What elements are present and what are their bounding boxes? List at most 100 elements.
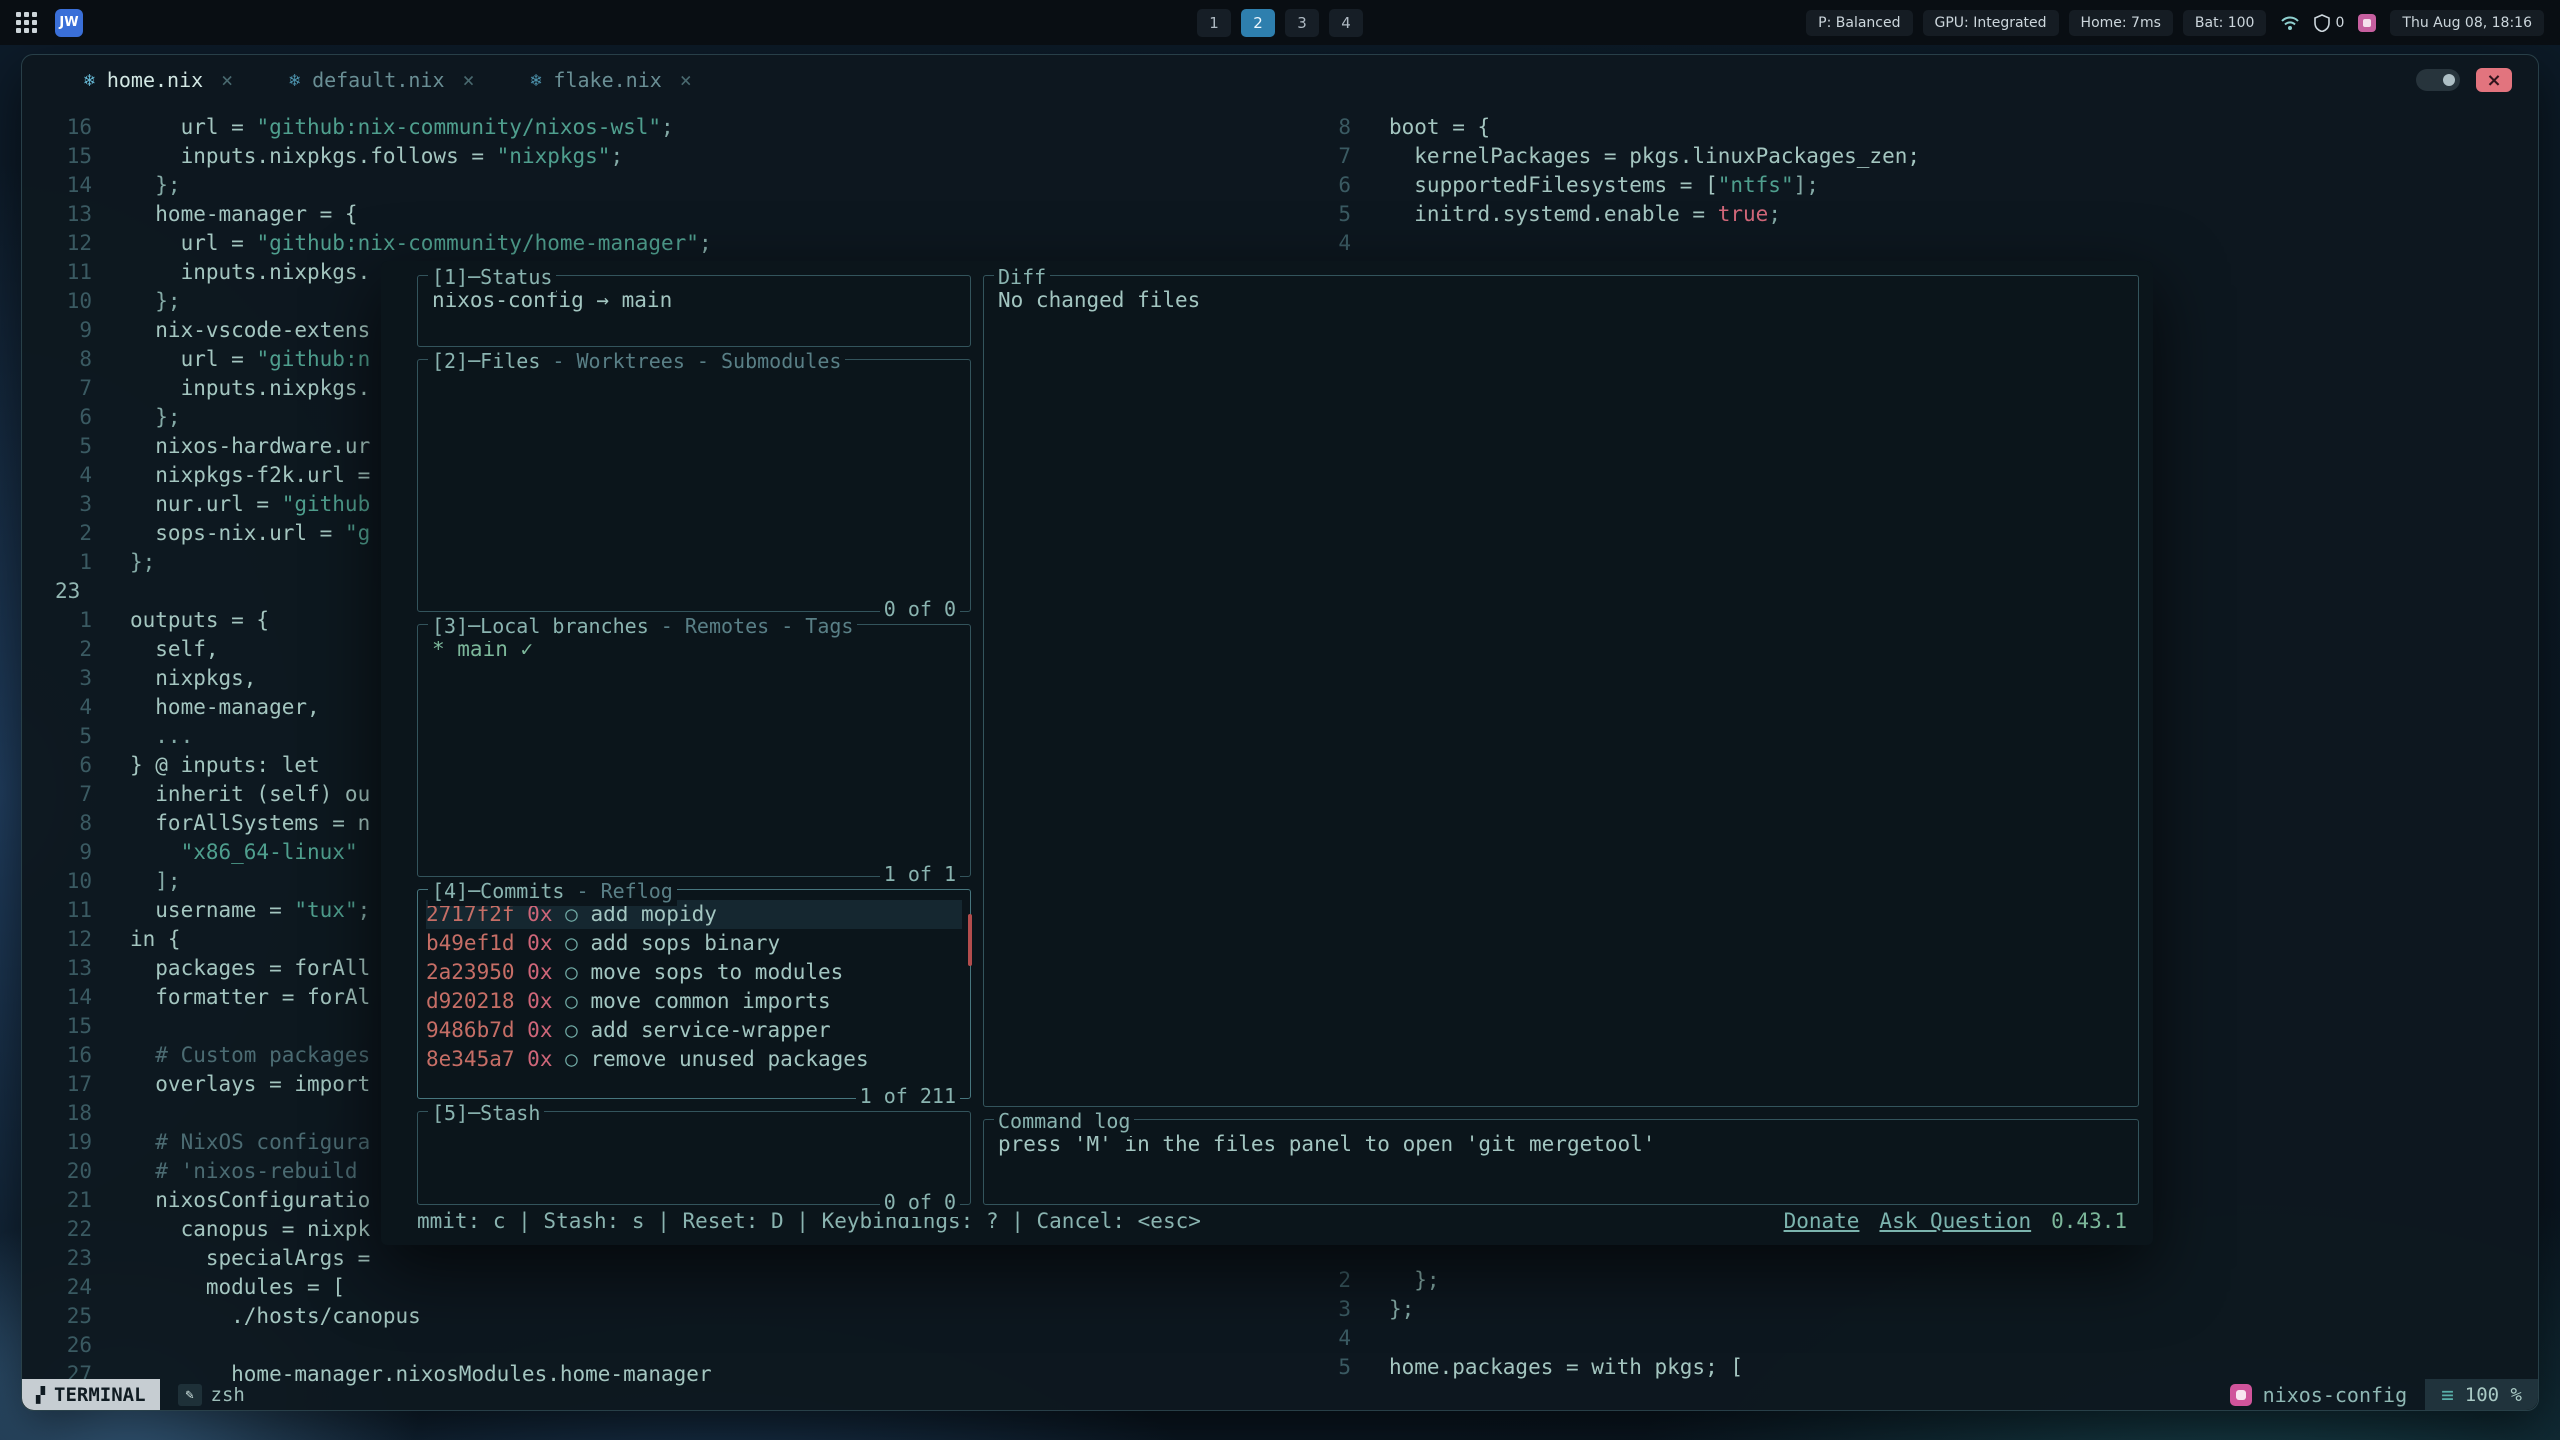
workspace-button-3[interactable]: 3 [1285, 9, 1319, 37]
status-segment-2[interactable]: Home: 7ms [2069, 10, 2173, 36]
branches-title-main: [3]─Local branches [432, 614, 649, 638]
commit-row[interactable]: d920218 0x ○ move common imports [426, 987, 962, 1016]
code-text: ./hosts/canopus [92, 1302, 421, 1331]
editor-pane-right[interactable]: 8boot = {7 kernelPackages = pkgs.linuxPa… [1281, 105, 2538, 258]
nix-snowflake-icon: ❄ [84, 70, 95, 91]
stash-count: 0 of 0 [880, 1188, 960, 1217]
code-text: overlays = import [92, 1070, 370, 1099]
commit-row[interactable]: 8e345a7 0x ○ remove unused packages [426, 1045, 962, 1074]
code-text: }; [92, 287, 181, 316]
code-text: inputs.nixpkgs. [92, 258, 370, 287]
mode-indicator: ▞ TERMINAL [22, 1379, 160, 1410]
code-text: in { [92, 925, 181, 954]
code-text: nixosConfiguratio [92, 1186, 370, 1215]
line-number: 2 [22, 519, 92, 548]
line-number: 24 [22, 1273, 92, 1302]
status-segment-0[interactable]: P: Balanced [1806, 10, 1912, 36]
editor-pane-right-bottom[interactable]: 2 };3};45home.packages = with pkgs; [ [1281, 1266, 2538, 1382]
lazygit-links: Donate Ask Question 0.43.1 [1784, 1207, 2127, 1236]
window-toggle[interactable] [2416, 69, 2460, 91]
line-number: 9 [22, 316, 92, 345]
line-number: 19 [22, 1128, 92, 1157]
apps-grid-icon[interactable] [16, 12, 37, 33]
code-line: 4 [1281, 229, 2538, 258]
commit-list: 2717f2f 0x ○ add mopidyb49ef1d 0x ○ add … [418, 890, 970, 1084]
code-text [92, 577, 130, 606]
branches-title-extra: - Remotes - Tags [649, 614, 854, 638]
code-text: forAllSystems = n [92, 809, 370, 838]
line-number: 6 [1281, 171, 1351, 200]
code-text: ... [92, 722, 193, 751]
ask-question-link[interactable]: Ask Question [1879, 1207, 2031, 1236]
code-line: 23 specialArgs = [22, 1244, 1281, 1273]
code-text [92, 1099, 130, 1128]
mode-icon: ▞ [36, 1386, 45, 1404]
code-text: nixpkgs-f2k.url = [92, 461, 370, 490]
commit-hash: 8e345a7 [426, 1047, 515, 1071]
line-number: 4 [22, 693, 92, 722]
code-line: 6 supportedFilesystems = ["ntfs"]; [1281, 171, 2538, 200]
lazygit-status-panel[interactable]: [1]─Status nixos-config → main [417, 275, 971, 347]
lazygit-columns: [1]─Status nixos-config → main [2]─Files… [381, 261, 2153, 1205]
code-line: 3}; [1281, 1295, 2538, 1324]
workspace-button-1[interactable]: 1 [1197, 9, 1231, 37]
lazygit-stash-panel[interactable]: [5]─Stash 0 of 0 [417, 1111, 971, 1205]
shield-count: 0 [2335, 15, 2344, 31]
lazygit-command-log-panel[interactable]: Command log press 'M' in the files panel… [983, 1119, 2139, 1205]
keybinding-hints: mmit: c | Stash: s | Reset: D | Keybindi… [417, 1207, 1201, 1236]
volume-widget[interactable]: ≡ 100 % [2425, 1379, 2538, 1410]
code-text: ]; [92, 867, 181, 896]
session-indicator: nixos-config [2230, 1379, 2426, 1410]
commits-scrollbar[interactable] [968, 914, 972, 966]
code-text: url = "github:nix-community/nixos-wsl"; [92, 113, 674, 142]
topbar-status-area: P: Balanced GPU: Integrated Home: 7ms Bat: … [1806, 10, 2544, 36]
tab-default.nix[interactable]: ❄default.nix× [289, 68, 474, 92]
line-number: 5 [1281, 1353, 1351, 1382]
editor-area[interactable]: 16 url = "github:nix-community/nixos-wsl… [22, 105, 2538, 1379]
code-line: 25 ./hosts/canopus [22, 1302, 1281, 1331]
line-number: 20 [22, 1157, 92, 1186]
statusbar-right: nixos-config ≡ 100 % [2230, 1379, 2538, 1410]
window-close-button[interactable]: × [2476, 68, 2512, 92]
app-logo[interactable]: JW [55, 9, 83, 37]
tab-close-icon[interactable]: × [221, 68, 233, 92]
line-number: 17 [22, 1070, 92, 1099]
code-text: }; [92, 548, 155, 577]
lazygit-commits-panel[interactable]: [4]─Commits - Reflog 2717f2f 0x ○ add mo… [417, 889, 971, 1099]
commit-hash: 9486b7d [426, 1018, 515, 1042]
code-text: inputs.nixpkgs. [92, 374, 370, 403]
tab-close-icon[interactable]: × [680, 68, 692, 92]
workspace-button-4[interactable]: 4 [1329, 9, 1363, 37]
lazygit-left-column: [1]─Status nixos-config → main [2]─Files… [417, 275, 971, 1205]
commit-row[interactable]: 2a23950 0x ○ move sops to modules [426, 958, 962, 987]
color-app-icon[interactable] [2358, 14, 2376, 32]
wifi-icon[interactable] [2280, 15, 2300, 31]
lazygit-branches-panel[interactable]: [3]─Local branches - Remotes - Tags * ma… [417, 624, 971, 877]
shield-icon[interactable]: 0 [2314, 14, 2344, 32]
workspace-button-2[interactable]: 2 [1241, 9, 1275, 37]
donate-link[interactable]: Donate [1784, 1207, 1860, 1236]
clock[interactable]: Thu Aug 08, 18:16 [2390, 10, 2544, 36]
tab-home.nix[interactable]: ❄ home.nix × [84, 68, 233, 92]
commit-message: add service-wrapper [590, 1018, 830, 1042]
commit-row[interactable]: 9486b7d 0x ○ add service-wrapper [426, 1016, 962, 1045]
tab-flake.nix[interactable]: ❄flake.nix× [531, 68, 692, 92]
tab-close-icon[interactable]: × [463, 68, 475, 92]
tab-label: home.nix [107, 68, 203, 92]
commit-graph-bullet: ○ [565, 960, 578, 984]
status-segment-1[interactable]: GPU: Integrated [1923, 10, 2059, 36]
version-label: 0.43.1 [2051, 1207, 2127, 1236]
code-text: packages = forAll [92, 954, 370, 983]
status-segment-3[interactable]: Bat: 100 [2183, 10, 2267, 36]
lazygit-diff-panel[interactable]: Diff No changed files [983, 275, 2139, 1107]
commit-row[interactable]: b49ef1d 0x ○ add sops binary [426, 929, 962, 958]
line-number: 4 [1281, 229, 1351, 258]
commit-author: 0x [527, 1018, 552, 1042]
commits-title-extra: - Reflog [564, 879, 672, 903]
code-line: 5home.packages = with pkgs; [ [1281, 1353, 2538, 1382]
shell-tab[interactable]: ✎ zsh [160, 1379, 263, 1410]
topbar: JW 1234 P: Balanced GPU: Integrated Home: … [0, 0, 2560, 45]
terminal-window: ❄home.nix×❄default.nix×❄flake.nix× × 16 … [21, 54, 2539, 1411]
lazygit-files-panel[interactable]: [2]─Files - Worktrees - Submodules 0 of … [417, 359, 971, 612]
line-number: 6 [22, 751, 92, 780]
